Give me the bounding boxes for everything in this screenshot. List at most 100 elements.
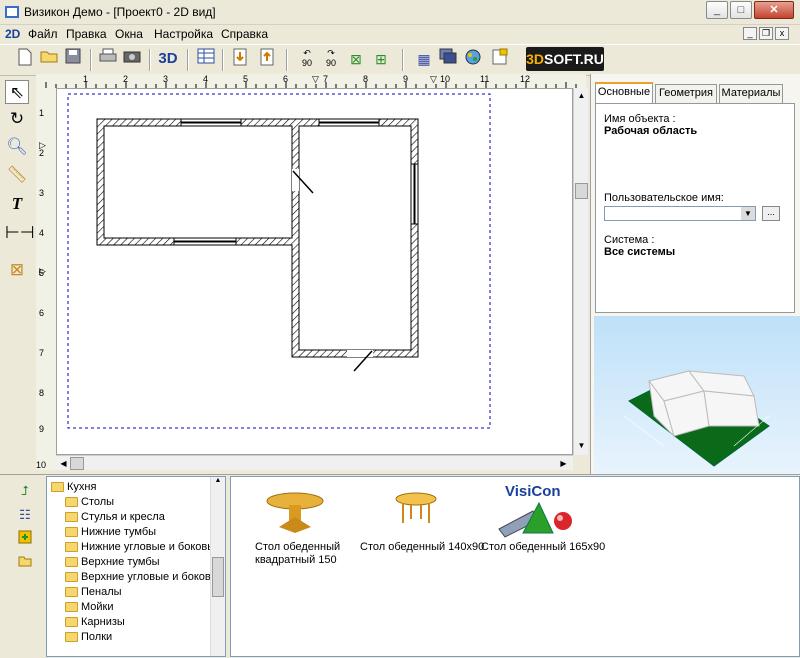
catalog-item-table-square[interactable] xyxy=(261,487,331,533)
user-name-more-button[interactable]: ... xyxy=(762,206,780,221)
print-icon[interactable] xyxy=(97,48,119,70)
folder-icon xyxy=(65,617,78,628)
canvas-vertical-scrollbar[interactable]: ▲ ▼ xyxy=(573,88,588,455)
catalog-item-table-140[interactable] xyxy=(391,489,441,529)
chevron-down-icon[interactable]: ▼ xyxy=(741,207,755,220)
materials-icon[interactable] xyxy=(462,48,484,70)
menu-windows[interactable]: Окна xyxy=(115,27,143,41)
scroll-up-icon[interactable]: ▲ xyxy=(574,88,589,103)
scroll-thumb[interactable] xyxy=(575,183,588,199)
rotate-tool-icon[interactable]: ↻ xyxy=(5,107,29,131)
mdi-minimize-button[interactable]: _ xyxy=(743,27,757,40)
ruler-top-label: 10 xyxy=(440,74,451,84)
add-to-library-icon[interactable] xyxy=(16,530,34,548)
menu-settings[interactable]: Настройка xyxy=(154,27,213,41)
scroll-up-icon[interactable]: ▲ xyxy=(212,477,224,489)
system-value: Все системы xyxy=(604,246,676,258)
tree-item[interactable]: Карнизы xyxy=(65,615,125,630)
rotate-right-icon[interactable]: ↷ 90 xyxy=(320,48,342,70)
menu-edit[interactable]: Правка xyxy=(66,27,107,41)
maximize-button[interactable]: □ xyxy=(730,1,752,19)
new-file-icon[interactable] xyxy=(14,48,36,70)
select-arrow-icon[interactable]: ⇖ xyxy=(5,80,29,104)
minimize-button[interactable]: _ xyxy=(706,1,728,19)
scroll-thumb[interactable] xyxy=(70,457,84,470)
3d-preview[interactable] xyxy=(594,316,800,474)
folder-icon xyxy=(65,542,78,553)
grid-icon[interactable]: ▦ xyxy=(413,48,435,70)
ruler-marker-icon[interactable]: ▽ xyxy=(430,74,437,85)
camera-icon[interactable] xyxy=(121,48,143,70)
properties-icon[interactable] xyxy=(489,48,511,70)
tree-item[interactable]: Пеналы xyxy=(65,585,122,600)
up-level-icon[interactable]: ⮥ xyxy=(16,482,34,500)
library-tree[interactable]: Кухня Столы Стулья и кресла Нижние тумбы… xyxy=(46,476,226,657)
system-label: Система : xyxy=(604,234,655,246)
ruler-tool-icon[interactable]: 📏︎ xyxy=(5,163,29,187)
room-left[interactable] xyxy=(96,118,419,358)
tree-item[interactable]: Верхние угловые и боковые xyxy=(65,570,225,585)
library-catalog[interactable]: Стол обеденный квадратный 150 Стол обеде… xyxy=(230,476,800,657)
user-name-select[interactable]: ▼ xyxy=(604,206,756,221)
floor-plan[interactable] xyxy=(57,89,573,455)
menu-file[interactable]: Файл xyxy=(28,27,58,41)
ruler-marker-icon[interactable]: ▷ xyxy=(39,140,46,151)
horizontal-ruler: 1 2 3 4 5 6 7 8 9 10 11 12 ▽ ▽ xyxy=(36,74,586,89)
tree-item[interactable]: Мойки xyxy=(65,600,114,615)
layers-icon[interactable] xyxy=(437,48,459,70)
align-icon[interactable]: ⊞ xyxy=(370,48,392,70)
rotate-left-icon[interactable]: ↶ 90 xyxy=(296,48,318,70)
user-name-label: Пользовательское имя: xyxy=(604,192,724,204)
tree-item[interactable]: Нижние угловые и боковые xyxy=(65,540,221,555)
wall-tool-icon[interactable]: ⊠ xyxy=(5,258,29,282)
menu-help[interactable]: Справка xyxy=(221,27,268,41)
dimension-tool-icon[interactable]: ⊢⊣ xyxy=(5,221,35,245)
tree-view-icon[interactable]: ☷ xyxy=(16,506,34,524)
scroll-left-icon[interactable]: ◀ xyxy=(56,456,71,471)
ruler-top-label: 8 xyxy=(363,74,369,84)
3dsoft-logo[interactable]: 3DSOFT.RU xyxy=(526,47,604,71)
tree-item[interactable]: Полки xyxy=(65,630,112,645)
tree-item[interactable]: Нижние тумбы xyxy=(65,525,156,540)
zoom-icon[interactable]: 🔍︎ xyxy=(5,135,29,159)
ruler-top-label: 11 xyxy=(480,74,490,84)
ruler-top-label: 7 xyxy=(323,74,329,84)
mdi-restore-button[interactable]: ❐ xyxy=(759,27,773,40)
mdi-close-button[interactable]: x xyxy=(775,27,789,40)
mirror-icon[interactable]: ⊠ xyxy=(345,48,367,70)
import-icon[interactable] xyxy=(229,48,251,70)
tree-root[interactable]: Кухня xyxy=(51,480,96,495)
ruler-left-label: 4 xyxy=(39,228,45,238)
view-3d-button[interactable]: 3D xyxy=(155,48,181,70)
ruler-marker-icon[interactable]: ▽ xyxy=(312,74,319,85)
folder-icon[interactable] xyxy=(16,554,34,572)
catalog-item-label: Стол обеденный xyxy=(255,541,341,553)
catalog-item-table-165[interactable]: VisiCon xyxy=(493,483,583,539)
window-title: Визикон Демо - [Проект0 - 2D вид] xyxy=(24,5,216,19)
table-icon[interactable] xyxy=(195,48,217,70)
ruler-marker-icon[interactable]: ▷ xyxy=(39,266,46,277)
save-icon[interactable] xyxy=(62,48,84,70)
tree-item[interactable]: Верхние тумбы xyxy=(65,555,160,570)
folder-icon xyxy=(65,572,78,583)
title-bar: Визикон Демо - [Проект0 - 2D вид] _ □ ✕ xyxy=(0,0,800,25)
tree-item[interactable]: Стулья и кресла xyxy=(65,510,165,525)
folder-icon xyxy=(65,602,78,613)
tab-materials[interactable]: Материалы xyxy=(719,84,783,103)
text-tool-icon[interactable]: T xyxy=(5,192,29,216)
tree-scrollbar[interactable]: ▲ xyxy=(210,477,225,656)
open-folder-icon[interactable] xyxy=(38,48,60,70)
tab-main[interactable]: Основные xyxy=(595,82,653,103)
doors xyxy=(292,169,373,372)
visicon-watermark: VisiCon xyxy=(505,483,561,500)
tab-geometry[interactable]: Геометрия xyxy=(655,84,717,103)
scroll-down-icon[interactable]: ▼ xyxy=(574,438,589,453)
close-button[interactable]: ✕ xyxy=(754,1,794,19)
tree-item[interactable]: Столы xyxy=(65,495,114,510)
object-name-label: Имя объекта : xyxy=(604,113,676,125)
canvas-horizontal-scrollbar[interactable]: ◀ ▶ xyxy=(56,455,573,470)
scroll-thumb[interactable] xyxy=(212,557,224,597)
plan-canvas[interactable] xyxy=(56,88,573,455)
export-icon[interactable] xyxy=(256,48,278,70)
scroll-right-icon[interactable]: ▶ xyxy=(556,456,571,471)
